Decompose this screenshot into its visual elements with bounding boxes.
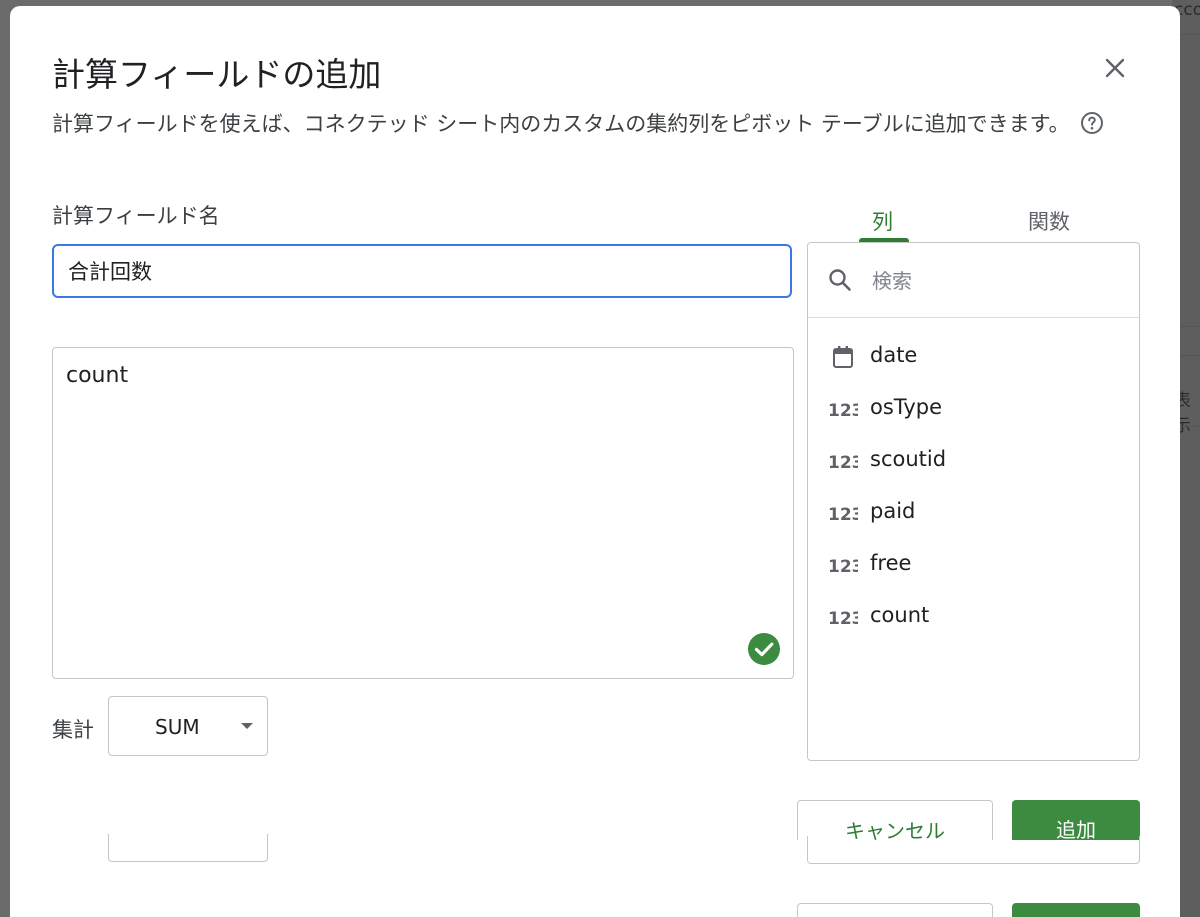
column-label: paid (870, 499, 916, 523)
column-list: date 123 osType 123 scoutid 123 paid 123… (808, 331, 1139, 643)
svg-text:123: 123 (828, 557, 858, 576)
number-icon: 123 (828, 396, 858, 422)
dropdown-caret-icon (241, 723, 253, 729)
add-button[interactable]: 追加 (1012, 800, 1140, 840)
close-icon (1105, 58, 1125, 78)
calendar-icon (828, 344, 858, 370)
column-search-row (808, 243, 1139, 318)
number-icon: 123 (828, 552, 858, 578)
check-circle-icon (748, 633, 780, 665)
number-icon: 123 (828, 604, 858, 630)
tab-columns[interactable]: 列 (872, 206, 893, 236)
number-icon: 123 (828, 448, 858, 474)
svg-text:123: 123 (828, 609, 858, 628)
aggregate-value: SUM (155, 715, 200, 739)
column-label: date (870, 343, 918, 367)
ghost-aggregate-dropdown (108, 834, 268, 862)
dialog-description: 計算フィールドを使えば、コネクテッド シート内のカスタムの集約列をピボット テー… (52, 108, 1132, 144)
column-label: free (870, 551, 912, 575)
svg-text:123: 123 (828, 401, 858, 420)
column-item-count[interactable]: 123 count (808, 591, 1139, 643)
tab-functions[interactable]: 関数 (1028, 206, 1070, 236)
column-label: scoutid (870, 447, 947, 471)
cancel-button[interactable]: キャンセル (797, 800, 993, 840)
field-name-label: 計算フィールド名 (52, 204, 220, 228)
description-text: 計算フィールドを使えば、コネクテッド シート内のカスタムの集約列をピボット テー… (52, 112, 1070, 136)
aggregate-label: 集計 (52, 718, 94, 742)
add-calculated-field-dialog: 計算フィールドの追加 計算フィールドを使えば、コネクテッド シート内のカスタムの… (10, 6, 1180, 917)
search-icon (829, 269, 851, 291)
column-search-input[interactable] (870, 261, 1124, 301)
column-item-date[interactable]: date (808, 331, 1139, 383)
column-label: count (870, 603, 930, 627)
dialog-title: 計算フィールドの追加 (52, 55, 382, 94)
formula-text: count (66, 363, 129, 388)
ghost-add-button (1012, 903, 1140, 917)
field-name-input[interactable] (52, 244, 792, 298)
column-item-ostype[interactable]: 123 osType (808, 383, 1139, 435)
svg-text:123: 123 (828, 505, 858, 524)
close-button[interactable] (1098, 51, 1132, 85)
help-icon[interactable] (1080, 111, 1104, 144)
column-label: osType (870, 395, 943, 419)
column-list-panel: date 123 osType 123 scoutid 123 paid (807, 242, 1140, 761)
ghost-column-panel (807, 836, 1140, 864)
aggregate-dropdown[interactable]: SUM (108, 696, 268, 756)
formula-editor[interactable]: count (52, 347, 794, 679)
column-item-paid[interactable]: 123 paid (808, 487, 1139, 539)
ghost-cancel-button (797, 903, 993, 917)
svg-text:123: 123 (828, 453, 858, 472)
column-item-scoutid[interactable]: 123 scoutid (808, 435, 1139, 487)
number-icon: 123 (828, 500, 858, 526)
column-item-free[interactable]: 123 free (808, 539, 1139, 591)
